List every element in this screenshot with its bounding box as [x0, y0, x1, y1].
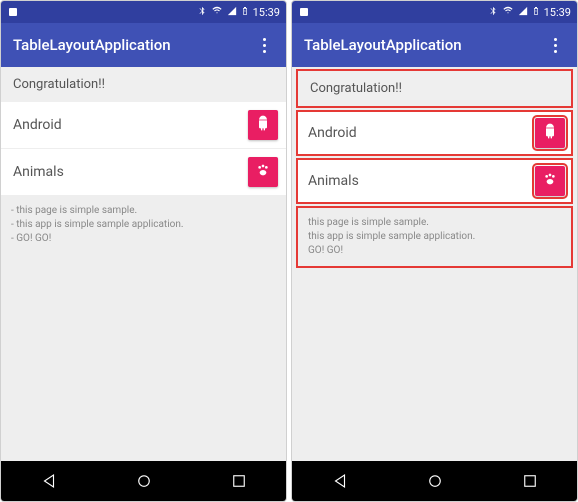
- android-button[interactable]: [535, 118, 565, 148]
- app-title: TableLayoutApplication: [13, 36, 171, 54]
- home-button[interactable]: [135, 472, 153, 490]
- wifi-icon: [211, 6, 223, 19]
- overflow-menu-button[interactable]: [545, 35, 565, 55]
- app-bar: TableLayoutApplication: [292, 23, 577, 67]
- notification-dot-icon: [300, 8, 308, 16]
- notification-dot-icon: [9, 8, 17, 16]
- animals-button[interactable]: [248, 157, 278, 187]
- status-time: 15:39: [253, 6, 280, 19]
- android-icon: [542, 123, 558, 143]
- footer-line-3: GO! GO!: [308, 244, 561, 258]
- bluetooth-icon: [197, 6, 207, 19]
- back-button[interactable]: [40, 472, 58, 490]
- row-animals-label: Animals: [13, 164, 64, 180]
- footer-notes: this page is simple sample. this app is …: [1, 196, 286, 254]
- android-button[interactable]: [248, 110, 278, 140]
- status-bar: 15:39: [292, 1, 577, 23]
- content-area: Congratulation!! Android Animals this pa…: [292, 67, 577, 461]
- navigation-bar: [1, 461, 286, 501]
- signal-icon: [227, 6, 237, 19]
- paw-icon: [542, 171, 558, 191]
- wifi-icon: [502, 6, 514, 19]
- app-title: TableLayoutApplication: [304, 36, 462, 54]
- paw-icon: [255, 162, 271, 182]
- footer-notes: this page is simple sample. this app is …: [296, 206, 573, 268]
- recent-apps-button[interactable]: [230, 472, 248, 490]
- recent-apps-button[interactable]: [521, 472, 539, 490]
- row-android-label: Android: [308, 125, 357, 141]
- footer-line-1: this page is simple sample.: [308, 216, 561, 230]
- back-button[interactable]: [331, 472, 349, 490]
- phone-screen-left: 15:39 TableLayoutApplication Congratulat…: [0, 0, 287, 502]
- home-button[interactable]: [426, 472, 444, 490]
- congratulation-header: Congratulation!!: [296, 69, 573, 108]
- animals-button[interactable]: [535, 166, 565, 196]
- android-icon: [255, 115, 271, 135]
- row-animals-label: Animals: [308, 173, 359, 189]
- navigation-bar: [292, 461, 577, 501]
- content-area: Congratulation!! Android Animals this pa…: [1, 67, 286, 461]
- table-row: Animals: [1, 149, 286, 196]
- footer-line-2: this app is simple sample application.: [11, 218, 276, 232]
- table-row: Android: [296, 110, 573, 156]
- footer-line-1: this page is simple sample.: [11, 204, 276, 218]
- congratulation-header: Congratulation!!: [1, 67, 286, 102]
- table-row: Android: [1, 102, 286, 149]
- battery-icon: [532, 5, 540, 20]
- app-bar: TableLayoutApplication: [1, 23, 286, 67]
- table-row: Animals: [296, 158, 573, 204]
- footer-line-2: this app is simple sample application.: [308, 230, 561, 244]
- status-time: 15:39: [544, 6, 571, 19]
- row-android-label: Android: [13, 117, 62, 133]
- battery-icon: [241, 5, 249, 20]
- overflow-menu-button[interactable]: [254, 35, 274, 55]
- bluetooth-icon: [488, 6, 498, 19]
- footer-line-3: GO! GO!: [11, 232, 276, 246]
- phone-screen-right: 15:39 TableLayoutApplication Congratulat…: [291, 0, 578, 502]
- signal-icon: [518, 6, 528, 19]
- status-bar: 15:39: [1, 1, 286, 23]
